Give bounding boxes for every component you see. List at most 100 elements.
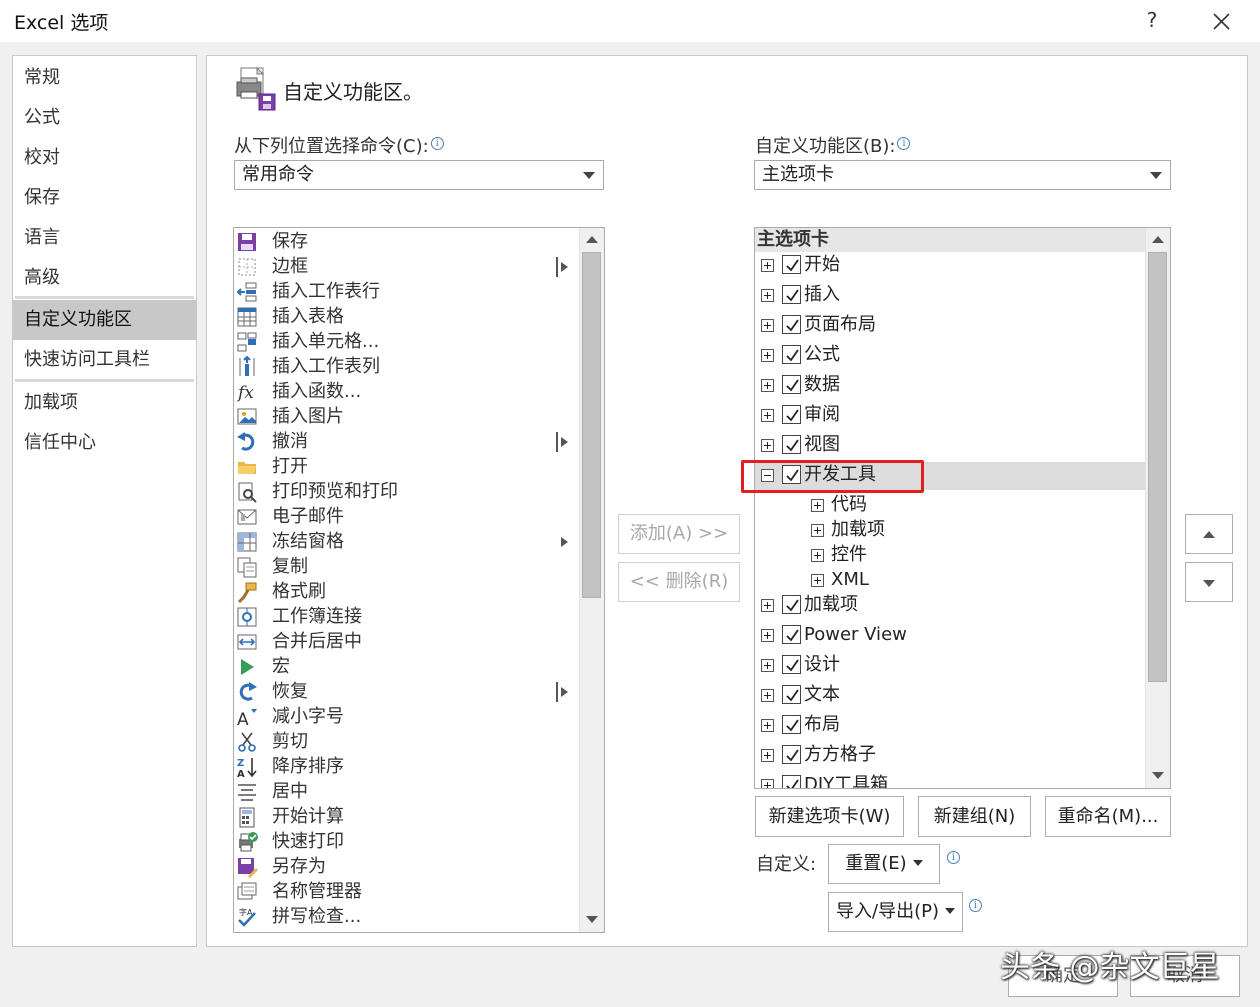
command-item[interactable]: A 减小字号 <box>234 704 574 729</box>
expand-icon[interactable] <box>761 349 774 362</box>
command-item[interactable]: 打印预览和打印 <box>234 479 574 504</box>
command-item[interactable]: 快速打印 <box>234 829 574 854</box>
new-group-button[interactable]: 新建组(N) <box>918 796 1031 837</box>
command-item[interactable]: 复制 <box>234 554 574 579</box>
command-item[interactable]: 插入表格 <box>234 304 574 329</box>
tab-checkbox[interactable] <box>782 435 801 454</box>
expand-icon[interactable] <box>761 409 774 422</box>
expand-icon[interactable] <box>761 749 774 762</box>
expand-icon[interactable] <box>761 319 774 332</box>
sidebar-item-trust-center[interactable]: 信任中心 <box>13 423 196 463</box>
command-item[interactable]: fx 插入函数... <box>234 379 574 404</box>
tab-checkbox[interactable] <box>782 595 801 614</box>
tab-checkbox[interactable] <box>782 345 801 364</box>
tab-checkbox[interactable] <box>782 715 801 734</box>
command-item[interactable]: 合并后居中 <box>234 629 574 654</box>
command-item[interactable]: 插入工作表行 <box>234 279 574 304</box>
ribbon-tab-item[interactable]: 开始 <box>755 252 1145 280</box>
ribbon-group-item[interactable]: 代码 <box>755 492 1145 520</box>
tab-checkbox[interactable] <box>782 315 801 334</box>
command-item[interactable]: Z A 降序排序 <box>234 754 574 779</box>
scrollbar-thumb[interactable] <box>582 252 601 598</box>
sidebar-item-add-ins[interactable]: 加载项 <box>13 383 196 423</box>
expand-icon[interactable] <box>761 629 774 642</box>
ribbon-tab-item[interactable]: 视图 <box>755 432 1145 460</box>
choose-commands-combo[interactable]: 常用命令 <box>234 160 604 190</box>
import-export-button[interactable]: 导入/导出(P) <box>828 892 963 932</box>
tab-checkbox[interactable] <box>782 655 801 674</box>
ribbon-group-item[interactable]: 加载项 <box>755 517 1145 545</box>
sidebar-item-formulas[interactable]: 公式 <box>13 98 196 138</box>
expand-icon[interactable] <box>761 289 774 302</box>
command-item[interactable]: 名称管理器 <box>234 879 574 904</box>
close-button[interactable] <box>1204 4 1238 38</box>
expand-icon[interactable] <box>761 689 774 702</box>
command-item[interactable]: 保存 <box>234 229 574 254</box>
command-item[interactable]: 字A 拼写检查... <box>234 904 574 929</box>
expand-icon[interactable] <box>761 379 774 392</box>
command-item[interactable]: 恢复 <box>234 679 574 704</box>
command-item[interactable]: 工作簿连接 <box>234 604 574 629</box>
command-item[interactable]: 电子邮件 <box>234 504 574 529</box>
ribbon-group-item[interactable]: XML <box>755 567 1145 595</box>
expand-icon[interactable] <box>761 779 774 788</box>
ribbon-tab-item[interactable]: 方方格子 <box>755 742 1145 770</box>
sidebar-item-general[interactable]: 常规 <box>13 58 196 98</box>
command-item[interactable]: 撤消 <box>234 429 574 454</box>
scroll-down-icon[interactable] <box>586 916 598 923</box>
expand-icon[interactable] <box>761 659 774 672</box>
ribbon-tab-item[interactable]: 设计 <box>755 652 1145 680</box>
expand-icon[interactable] <box>761 439 774 452</box>
remove-button[interactable]: << 删除(R) <box>618 562 740 602</box>
command-item[interactable]: 开始计算 <box>234 804 574 829</box>
scroll-down-icon[interactable] <box>1152 772 1164 779</box>
ribbon-tab-item[interactable]: 文本 <box>755 682 1145 710</box>
tab-checkbox[interactable] <box>782 285 801 304</box>
ribbon-tab-item[interactable]: DIY工具箱 <box>755 772 1145 788</box>
ribbon-tab-item[interactable]: 审阅 <box>755 402 1145 430</box>
command-item[interactable]: 冻结窗格 <box>234 529 574 554</box>
command-item[interactable]: 另存为 <box>234 854 574 879</box>
ribbon-tab-item[interactable]: 数据 <box>755 372 1145 400</box>
reset-button[interactable]: 重置(E) <box>828 844 940 884</box>
expand-icon[interactable] <box>761 719 774 732</box>
add-button[interactable]: 添加(A) >> <box>618 514 740 554</box>
expand-icon[interactable] <box>761 599 774 612</box>
tab-checkbox[interactable] <box>782 685 801 704</box>
scrollbar-thumb[interactable] <box>1148 252 1167 682</box>
expand-icon[interactable] <box>811 574 824 587</box>
new-tab-button[interactable]: 新建选项卡(W) <box>755 796 904 837</box>
sidebar-item-customize-ribbon[interactable]: 自定义功能区 <box>13 300 196 340</box>
ribbon-group-item[interactable]: 控件 <box>755 542 1145 570</box>
expand-icon[interactable] <box>761 259 774 272</box>
tab-checkbox[interactable] <box>782 405 801 424</box>
command-item[interactable]: 插入图片 <box>234 404 574 429</box>
customize-ribbon-combo[interactable]: 主选项卡 <box>754 160 1171 190</box>
ribbon-tree[interactable]: 主选项卡 开始 插入 页面布局 公式 数据 审阅 视图 开发工具 代码 加载项 控件 XML 加载项 Po… <box>754 227 1171 789</box>
tab-checkbox[interactable] <box>782 375 801 394</box>
ribbon-tree-scrollbar[interactable] <box>1145 228 1170 788</box>
command-item[interactable]: 边框 <box>234 254 574 279</box>
move-up-button[interactable] <box>1185 514 1233 554</box>
tab-checkbox[interactable] <box>782 745 801 764</box>
ribbon-tab-item[interactable]: Power View <box>755 622 1145 650</box>
sidebar-item-quick-access-toolbar[interactable]: 快速访问工具栏 <box>13 340 196 380</box>
ribbon-tab-item[interactable]: 公式 <box>755 342 1145 370</box>
move-down-button[interactable] <box>1185 562 1233 602</box>
tab-checkbox[interactable] <box>782 255 801 274</box>
command-item[interactable]: 格式刷 <box>234 579 574 604</box>
commands-list[interactable]: 保存 边框 插入工作表行 插入表格 插入单元格... 插入工作表列 fx 插入函数... 插入图… <box>233 227 605 933</box>
sidebar-item-save[interactable]: 保存 <box>13 178 196 218</box>
sidebar-item-advanced[interactable]: 高级 <box>13 258 196 298</box>
rename-button[interactable]: 重命名(M)... <box>1045 796 1171 837</box>
command-item[interactable]: 插入工作表列 <box>234 354 574 379</box>
ribbon-tab-item[interactable]: 加载项 <box>755 592 1145 620</box>
sidebar-item-proofing[interactable]: 校对 <box>13 138 196 178</box>
expand-icon[interactable] <box>811 499 824 512</box>
command-item[interactable]: 剪切 <box>234 729 574 754</box>
command-item[interactable]: 打开 <box>234 454 574 479</box>
help-button[interactable]: ? <box>1136 4 1168 36</box>
command-item[interactable]: 居中 <box>234 779 574 804</box>
scroll-up-icon[interactable] <box>586 236 598 243</box>
expand-icon[interactable] <box>811 524 824 537</box>
